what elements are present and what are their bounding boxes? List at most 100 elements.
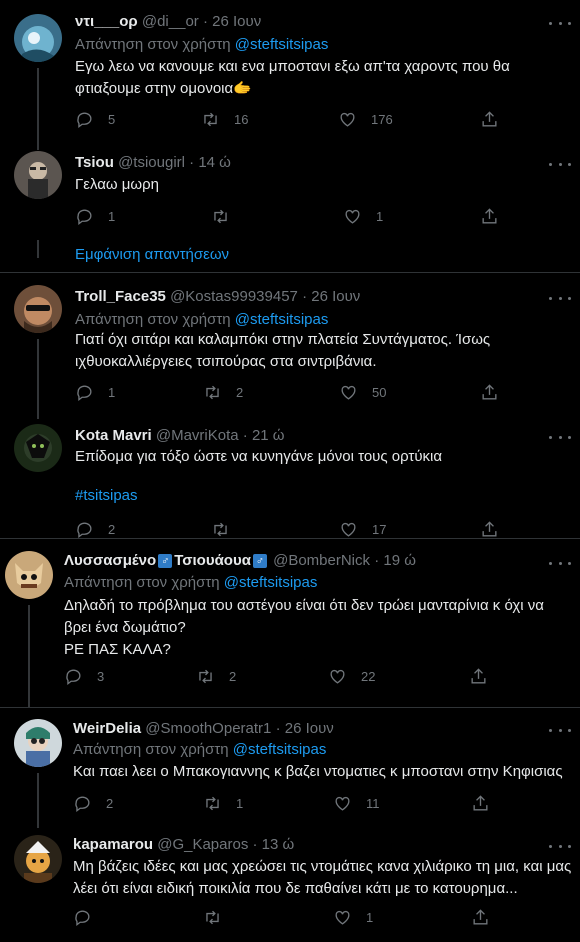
tweet-text: Εγω λεω να κανουμε και ενα μποστανι εξω … bbox=[75, 58, 510, 97]
share-button[interactable] bbox=[480, 207, 499, 226]
reply-context: Απάντηση στον χρήστη @steftsitsipas bbox=[75, 36, 328, 53]
handle[interactable]: @Kostas99939457 bbox=[170, 288, 298, 305]
reply-button[interactable]: 2 bbox=[75, 520, 115, 539]
timestamp[interactable]: · 26 Ιουν bbox=[203, 13, 261, 30]
display-name[interactable]: WeirDelia bbox=[73, 720, 141, 737]
mention-link[interactable]: @steftsitsipas bbox=[235, 311, 329, 328]
hashtag-link[interactable]: #tsitsipas bbox=[75, 485, 138, 507]
avatar[interactable] bbox=[14, 835, 62, 883]
like-button[interactable]: 22 bbox=[328, 667, 375, 686]
timestamp[interactable]: · 21 ώ bbox=[243, 427, 285, 444]
avatar[interactable] bbox=[14, 285, 62, 333]
share-button[interactable] bbox=[471, 908, 490, 927]
author-line: WeirDelia @SmoothOperatr1 · 26 Ιουν bbox=[73, 720, 334, 737]
more-icon[interactable] bbox=[549, 16, 571, 30]
handle[interactable]: @BomberNick bbox=[273, 552, 370, 569]
avatar[interactable] bbox=[14, 151, 62, 199]
retweet-count: 1 bbox=[236, 796, 244, 811]
reply-button[interactable] bbox=[73, 908, 92, 927]
handle[interactable]: @SmoothOperatr1 bbox=[145, 720, 271, 737]
like-button[interactable]: 1 bbox=[333, 908, 373, 927]
mention-link[interactable]: @steftsitsipas bbox=[235, 36, 329, 53]
show-replies-link[interactable]: Εμφάνιση απαντήσεων bbox=[75, 246, 229, 263]
tweet-5[interactable]: Λυσσασμένο ♂ Τσιουάουα ♂ @BomberNick · 19 ώ… bbox=[0, 539, 580, 707]
retweet-button[interactable]: 2 bbox=[203, 383, 243, 402]
more-icon[interactable] bbox=[549, 157, 571, 171]
display-name[interactable]: Tsiou bbox=[75, 154, 114, 171]
share-button[interactable] bbox=[469, 667, 488, 686]
display-name[interactable]: ντι___ορ bbox=[75, 13, 138, 30]
reply-icon bbox=[77, 385, 92, 401]
more-icon[interactable] bbox=[549, 839, 571, 853]
display-name-part1[interactable]: Λυσσασμένο bbox=[64, 552, 156, 569]
more-icon[interactable] bbox=[549, 723, 571, 737]
timestamp[interactable]: · 14 ώ bbox=[189, 154, 231, 171]
reply-icon bbox=[77, 522, 92, 538]
thread-line bbox=[37, 339, 39, 419]
author-line: Tsiou @tsiougirl · 14 ώ bbox=[75, 154, 231, 171]
retweet-icon bbox=[214, 209, 227, 224]
timestamp[interactable]: · 26 Ιουν bbox=[302, 288, 360, 305]
handle[interactable]: @di__or bbox=[142, 13, 199, 30]
like-button[interactable]: 176 bbox=[338, 110, 393, 129]
display-name-part2[interactable]: Τσιουάουα bbox=[174, 552, 251, 569]
avatar[interactable] bbox=[14, 719, 62, 767]
like-count: 1 bbox=[366, 910, 374, 925]
timestamp[interactable]: · 26 Ιουν bbox=[276, 720, 334, 737]
action-bar: 3 2 22 bbox=[64, 667, 494, 687]
share-icon bbox=[482, 521, 497, 537]
handle[interactable]: @tsiougirl bbox=[118, 154, 185, 171]
avatar[interactable] bbox=[5, 551, 53, 599]
avatar[interactable] bbox=[14, 14, 62, 62]
tweet-1[interactable]: ντι___ορ @di__or · 26 Ιουν Απάντηση στον… bbox=[0, 0, 580, 150]
retweet-button[interactable] bbox=[211, 520, 230, 539]
tweet-2[interactable]: Tsiou @tsiougirl · 14 ώ Γελαω μωρη 1 1 Ε… bbox=[0, 145, 580, 272]
tweet-3[interactable]: Troll_Face35 @Kostas99939457 · 26 Ιουν Α… bbox=[0, 273, 580, 419]
like-button[interactable]: 17 bbox=[339, 520, 386, 539]
retweet-count: 16 bbox=[234, 112, 249, 127]
reply-button[interactable]: 1 bbox=[75, 207, 115, 226]
handle[interactable]: @MavriKota bbox=[156, 427, 239, 444]
more-icon[interactable] bbox=[549, 430, 571, 444]
like-button[interactable]: 1 bbox=[343, 207, 383, 226]
mention-link[interactable]: @steftsitsipas bbox=[233, 741, 327, 758]
display-name[interactable]: kapamarou bbox=[73, 836, 153, 853]
mention-link[interactable]: @steftsitsipas bbox=[224, 574, 318, 591]
retweet-icon bbox=[206, 385, 219, 400]
more-icon[interactable] bbox=[549, 291, 571, 305]
retweet-count: 2 bbox=[236, 385, 244, 400]
timestamp[interactable]: · 19 ώ bbox=[374, 552, 416, 569]
tweet-text: Δηλαδή το πρόβλημα του αστέγου είναι ότι… bbox=[64, 597, 544, 658]
retweet-button[interactable]: 1 bbox=[203, 794, 243, 813]
display-name[interactable]: Kota Mavri bbox=[75, 427, 152, 444]
author-line: Λυσσασμένο ♂ Τσιουάουα ♂ @BomberNick · 19 ώ bbox=[64, 552, 416, 569]
share-button[interactable] bbox=[480, 520, 499, 539]
retweet-button[interactable]: 16 bbox=[201, 110, 248, 129]
share-button[interactable] bbox=[471, 794, 490, 813]
reply-icon bbox=[77, 209, 92, 225]
handle[interactable]: @G_Kaparos bbox=[157, 836, 248, 853]
thread-line bbox=[37, 240, 39, 258]
share-button[interactable] bbox=[480, 383, 499, 402]
retweet-button[interactable] bbox=[203, 908, 222, 927]
reply-button[interactable]: 1 bbox=[75, 383, 115, 402]
reply-button[interactable]: 2 bbox=[73, 794, 113, 813]
tweet-7[interactable]: kapamarou @G_Kaparos · 13 ώ Μη βάζεις ιδ… bbox=[0, 828, 580, 942]
action-bar: 2 17 bbox=[75, 520, 505, 540]
like-button[interactable]: 11 bbox=[333, 794, 380, 813]
like-count: 11 bbox=[366, 796, 380, 811]
retweet-button[interactable]: 2 bbox=[196, 667, 236, 686]
display-name[interactable]: Troll_Face35 bbox=[75, 288, 166, 305]
tweet-4[interactable]: Kota Mavri @MavriKota · 21 ώ Επίδομα για… bbox=[0, 410, 580, 538]
retweet-button[interactable] bbox=[211, 207, 230, 226]
share-button[interactable] bbox=[480, 110, 499, 129]
tweet-6[interactable]: WeirDelia @SmoothOperatr1 · 26 Ιουν Απάν… bbox=[0, 708, 580, 828]
reply-button[interactable]: 3 bbox=[64, 667, 104, 686]
like-button[interactable]: 50 bbox=[339, 383, 386, 402]
avatar[interactable] bbox=[14, 424, 62, 472]
timestamp[interactable]: · 13 ώ bbox=[253, 836, 295, 853]
reply-button[interactable]: 5 bbox=[75, 110, 115, 129]
like-count: 176 bbox=[371, 112, 393, 127]
like-count: 1 bbox=[376, 209, 384, 224]
more-icon[interactable] bbox=[549, 556, 571, 570]
